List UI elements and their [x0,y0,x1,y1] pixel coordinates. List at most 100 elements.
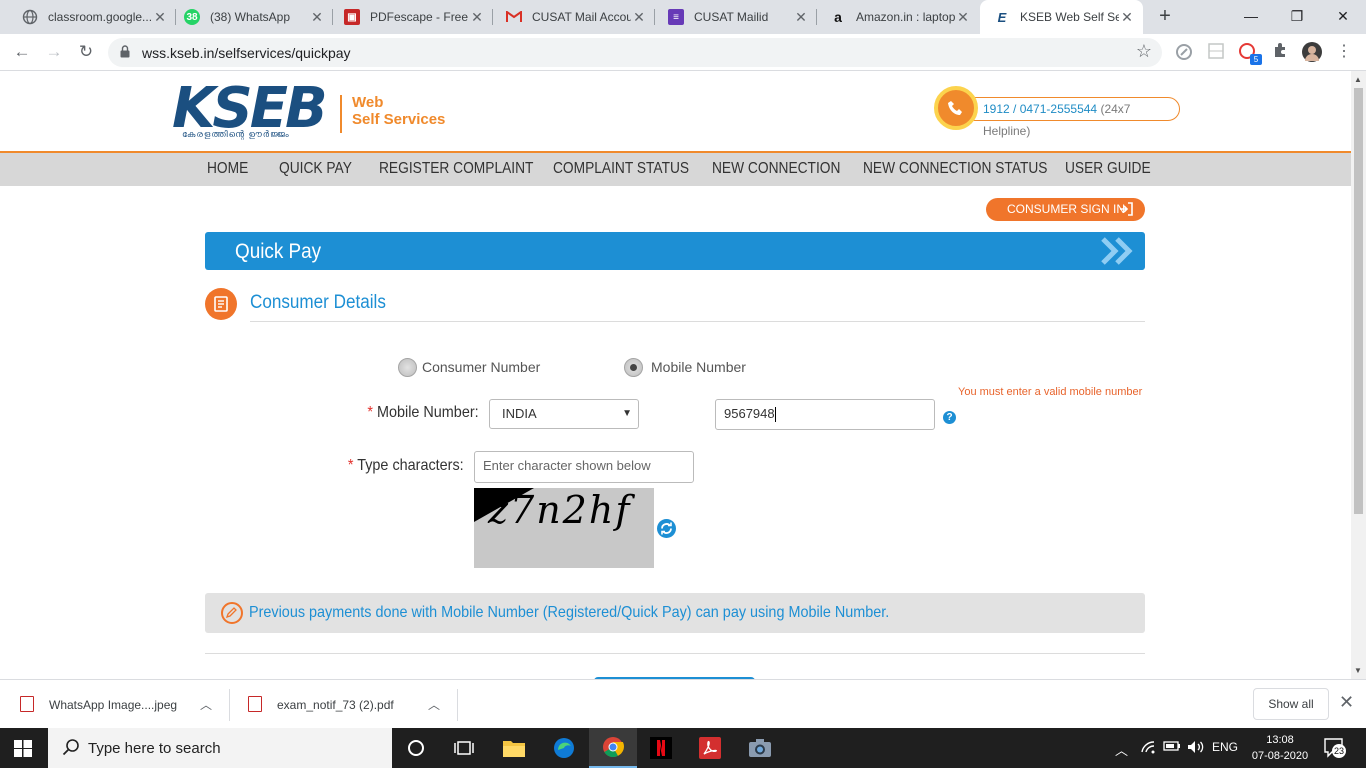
image-file-icon [20,696,34,712]
scrollbar-thumb[interactable] [1354,88,1363,514]
tab-title: (38) WhatsApp [210,10,291,24]
helpline-pill: 1912 / 0471-2555544 (24x7 Helpline) [954,97,1180,138]
tab-classroom[interactable]: classroom.google... ✕ [8,0,176,34]
download-item[interactable]: WhatsApp Image....jpeg ︿ [0,680,230,729]
camera-icon[interactable] [736,728,784,768]
scroll-up-arrow[interactable]: ▲ [1354,75,1362,84]
address-bar[interactable]: wss.kseb.in/selfservices/quickpay ☆ [108,38,1162,67]
extension-icon[interactable]: 5 [1238,42,1262,65]
netflix-icon[interactable] [637,728,685,768]
taskbar-clock[interactable]: 13:08 07-08-2020 [1250,732,1310,764]
close-icon[interactable]: ✕ [469,9,485,26]
tab-title: PDFescape - Free [370,10,469,24]
tab-whatsapp[interactable]: 38 (38) WhatsApp ✕ [170,0,333,34]
task-view-icon[interactable] [440,728,488,768]
edge-icon[interactable] [540,728,588,768]
section-divider [250,321,1145,322]
restore-button[interactable]: ❐ [1274,0,1320,34]
section-divider [205,653,1145,654]
radio-mobile-number[interactable] [624,358,643,377]
nav-register-complaint[interactable]: REGISTER COMPLAINT [379,160,533,178]
mobile-number-input[interactable]: 9567948 [715,399,935,430]
help-icon[interactable]: ? [943,411,956,424]
avatar[interactable] [1302,42,1322,62]
close-icon[interactable]: ✕ [152,9,168,26]
back-button[interactable]: ← [10,40,34,64]
required-mark: * [348,457,354,474]
download-name: exam_notif_73 (2).pdf [277,698,394,712]
wifi-icon[interactable] [1140,740,1156,757]
minimize-button[interactable]: — [1228,0,1274,34]
file-explorer-icon[interactable] [490,728,538,768]
windows-taskbar: Type here to search ︿ ENG 13:08 07-08-20… [0,728,1366,768]
sign-in-label: CONSUMER SIGN IN [1007,202,1126,216]
tab-title: KSEB Web Self Ser [1020,10,1119,24]
mobile-error-message: You must enter a valid mobile number [958,386,1143,398]
nav-new-connection-status[interactable]: NEW CONNECTION STATUS [863,160,1047,178]
tab-cusat-mailid[interactable]: ≡ CUSAT Mailid ✕ [654,0,817,34]
nav-home[interactable]: HOME [207,160,248,178]
close-icon[interactable]: ✕ [1119,9,1135,26]
close-icon[interactable]: ✕ [793,9,809,26]
close-shelf-icon[interactable]: ✕ [1339,692,1354,713]
url-text: wss.kseb.in/selfservices/quickpay [142,45,351,61]
scroll-down-arrow[interactable]: ▼ [1354,666,1362,675]
web-self-services-label: Web Self Services [352,94,445,128]
info-notice-text: Previous payments done with Mobile Numbe… [249,604,890,621]
country-select-value: INDIA [502,406,537,421]
nav-complaint-status[interactable]: COMPLAINT STATUS [553,160,689,178]
required-mark: * [367,404,374,421]
forward-button[interactable]: → [42,40,66,64]
radio-mobile-number-label[interactable]: Mobile Number [651,359,746,375]
extension-icon[interactable] [1174,42,1194,62]
close-icon[interactable]: ✕ [631,9,647,26]
tab-pdfescape[interactable]: ▣ PDFescape - Free ✕ [330,0,493,34]
search-icon [62,739,79,756]
nav-user-guide[interactable]: USER GUIDE [1065,160,1151,178]
type-characters-label: * Type characters: [348,457,464,474]
download-item[interactable]: exam_notif_73 (2).pdf ︿ [228,680,458,729]
windows-start-icon[interactable] [14,740,32,757]
radio-consumer-number-label[interactable]: Consumer Number [422,359,540,375]
menu-kebab-icon[interactable]: ⋮ [1334,42,1354,62]
download-shelf: WhatsApp Image....jpeg ︿ exam_notif_73 (… [0,679,1366,728]
notification-center-icon[interactable]: 23 [1324,738,1346,758]
tab-amazon[interactable]: a Amazon.in : laptop ✕ [816,0,979,34]
country-select[interactable]: INDIA ▼ [489,399,639,429]
nav-quick-pay[interactable]: QUICK PAY [279,160,352,178]
taskbar-search[interactable]: Type here to search [48,728,392,768]
chevron-up-icon[interactable]: ︿ [200,696,212,713]
close-icon[interactable]: ✕ [955,9,971,26]
close-window-button[interactable]: ✕ [1320,0,1366,34]
consumer-sign-in-button[interactable]: CONSUMER SIGN IN [986,198,1145,221]
show-all-button[interactable]: Show all [1253,688,1329,720]
captcha-input[interactable]: Enter character shown below [474,451,694,483]
volume-icon[interactable] [1187,740,1205,757]
radio-consumer-number[interactable] [398,358,417,377]
show-hidden-icons[interactable]: ︿ [1115,740,1128,759]
refresh-captcha-icon[interactable] [657,519,676,538]
extension-icon[interactable] [1206,42,1226,62]
bookmark-star-icon[interactable]: ☆ [1136,41,1152,62]
mobile-number-label: * Mobile Number: [367,404,479,421]
pdfescape-icon: ▣ [344,9,360,25]
page-scrollbar[interactable]: ▲ ▼ [1351,71,1366,679]
nav-new-connection[interactable]: NEW CONNECTION [712,160,840,178]
puzzle-icon[interactable] [1270,42,1290,62]
info-notice: Previous payments done with Mobile Numbe… [205,593,1145,633]
reload-button[interactable]: ↻ [74,40,98,64]
sign-in-icon [1120,202,1133,216]
acrobat-icon[interactable] [686,728,734,768]
language-indicator[interactable]: ENG [1212,740,1238,754]
battery-icon[interactable] [1163,740,1181,755]
cortana-icon[interactable] [392,728,440,768]
tab-kseb[interactable]: E KSEB Web Self Ser ✕ [980,0,1143,34]
new-tab-button[interactable]: + [1153,5,1177,29]
close-icon[interactable]: ✕ [309,9,325,26]
tab-cusat-mail[interactable]: CUSAT Mail Accou ✕ [492,0,655,34]
notification-count: 23 [1332,744,1346,758]
main-nav: HOME QUICK PAY REGISTER COMPLAINT COMPLA… [0,151,1351,186]
chrome-icon[interactable] [589,728,637,768]
chevron-up-icon[interactable]: ︿ [428,696,440,713]
chevron-down-icon: ▼ [622,408,632,419]
